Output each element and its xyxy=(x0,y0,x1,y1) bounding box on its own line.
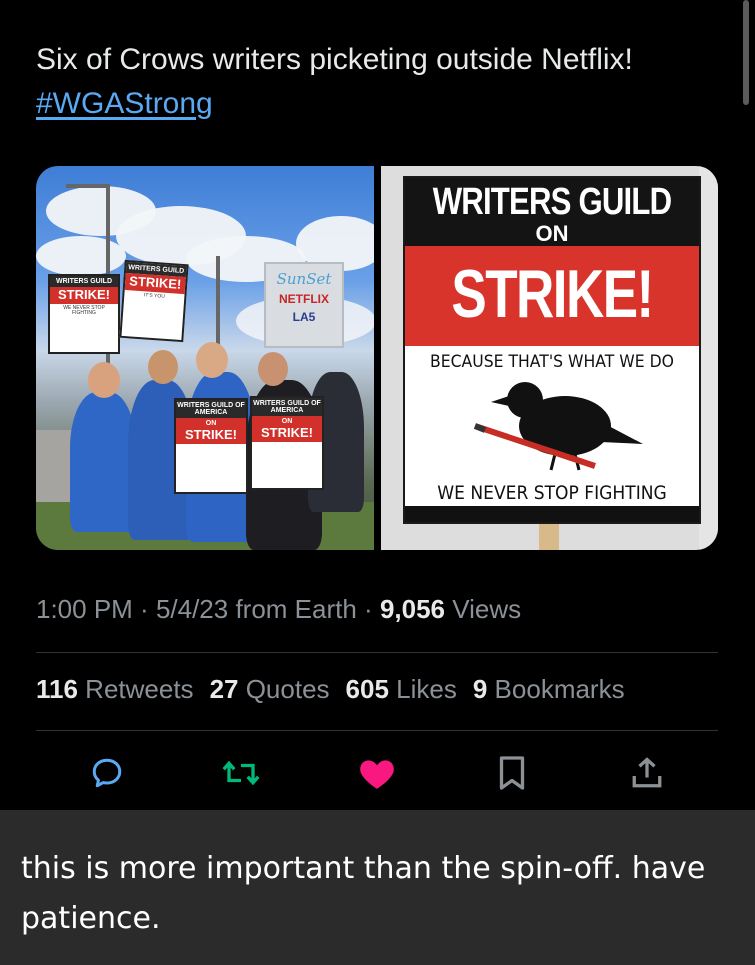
bookmarks-stat[interactable]: 9 Bookmarks xyxy=(473,674,625,705)
tweet-meta: 1:00 PM · 5/4/23 from Earth · 9,056 View… xyxy=(36,594,521,625)
divider xyxy=(36,652,718,653)
street-light-arm xyxy=(66,184,110,188)
sunset-netflix-sign: SunSet NETFLIX LA5 xyxy=(264,262,344,348)
sign-stick xyxy=(539,524,559,550)
scrollbar[interactable] xyxy=(743,0,749,105)
person-head xyxy=(196,342,228,378)
tweet-container: Six of Crows writers picketing outside N… xyxy=(0,0,755,810)
heart-icon xyxy=(360,760,394,789)
tweet-actions xyxy=(0,748,755,798)
strike-sign: WRITERS GUILD OF AMERICA ON STRIKE! xyxy=(250,396,324,490)
quotes-count: 27 xyxy=(209,674,239,704)
la-text: LA5 xyxy=(292,310,316,324)
tweet-source: from Earth xyxy=(228,594,357,624)
sign-title: WRITERS GUILD xyxy=(432,181,672,223)
sign-foot: WE NEVER STOP FIGHTING xyxy=(63,305,105,316)
tweet-time[interactable]: 1:00 PM xyxy=(36,594,133,624)
sign-title: WRITERS GUILD OF AMERICA xyxy=(176,400,246,418)
sign-because: BECAUSE THAT'S WHAT WE DO xyxy=(430,352,674,372)
separator: · xyxy=(356,594,380,624)
sign-strike: STRIKE! xyxy=(451,256,654,332)
bookmark-button[interactable] xyxy=(491,752,533,794)
sign-strike: STRIKE! xyxy=(50,287,118,304)
photo-strike-sign[interactable]: WRITERS GUILD ON STRIKE! BECAUSE THAT'S … xyxy=(381,166,718,550)
strike-sign: WRITERS GUILD STRIKE! WE NEVER STOP FIGH… xyxy=(48,274,120,354)
person-head xyxy=(88,362,120,398)
photo-picketers[interactable]: SunSet NETFLIX LA5 WRITERS GUILD STRIKE!… xyxy=(36,166,374,550)
sign-title: WRITERS GUILD OF AMERICA xyxy=(252,398,322,416)
views-count: 9,056 xyxy=(379,594,446,624)
like-button[interactable] xyxy=(356,752,398,794)
quotes-stat[interactable]: 27 Quotes xyxy=(210,674,330,705)
caption-text: this is more important than the spin-off… xyxy=(21,851,706,936)
tweet-body: Six of Crows writers picketing outside N… xyxy=(36,43,633,76)
tweet-text: Six of Crows writers picketing outside N… xyxy=(36,38,726,126)
cloud xyxy=(36,236,126,276)
person-head xyxy=(258,352,288,386)
hashtag-link[interactable]: #WGAStrong xyxy=(36,87,213,120)
retweet-button[interactable] xyxy=(220,752,262,794)
sign-title: WRITERS GUILD xyxy=(50,276,118,287)
likes-count: 605 xyxy=(345,674,389,704)
strike-sign-closeup: WRITERS GUILD ON STRIKE! BECAUSE THAT'S … xyxy=(403,176,701,524)
sign-strike: STRIKE! xyxy=(252,425,322,442)
share-button[interactable] xyxy=(626,752,668,794)
tweet-media[interactable]: SunSet NETFLIX LA5 WRITERS GUILD STRIKE!… xyxy=(36,166,718,550)
bookmark-icon xyxy=(499,756,525,790)
retweets-count: 116 xyxy=(36,674,78,704)
retweets-stat[interactable]: 116 Retweets xyxy=(36,674,194,705)
sign-on: ON xyxy=(252,416,322,425)
likes-label: Likes xyxy=(388,674,457,704)
sign-strike: STRIKE! xyxy=(176,427,246,444)
person xyxy=(70,392,136,532)
tweet-date[interactable]: 5/4/23 xyxy=(156,594,228,624)
views-label: Views xyxy=(445,594,522,624)
separator: · xyxy=(132,594,156,624)
likes-stat[interactable]: 605 Likes xyxy=(346,674,457,705)
retweets-label: Retweets xyxy=(77,674,194,704)
divider xyxy=(36,730,718,731)
strike-sign: WRITERS GUILD STRIKE! IT'S YOU xyxy=(119,259,189,343)
sign-on: ON xyxy=(176,418,246,427)
share-icon xyxy=(632,757,662,788)
person-head xyxy=(148,350,178,384)
reply-icon xyxy=(92,758,122,788)
bookmarks-label: Bookmarks xyxy=(487,674,625,704)
tweet-stats: 116 Retweets 27 Quotes 605 Likes 9 Bookm… xyxy=(36,674,625,705)
wall xyxy=(699,166,718,550)
netflix-text: NETFLIX xyxy=(279,292,329,306)
caption-panel: this is more important than the spin-off… xyxy=(0,810,755,965)
sign-never: WE NEVER STOP FIGHTING xyxy=(437,482,667,504)
quotes-label: Quotes xyxy=(238,674,330,704)
crow-illustration xyxy=(473,382,643,471)
sign-on: ON xyxy=(535,221,569,246)
bookmarks-count: 9 xyxy=(472,674,488,704)
strike-sign: WRITERS GUILD OF AMERICA ON STRIKE! xyxy=(174,398,248,494)
sign-header: WRITERS GUILD ON xyxy=(405,178,699,246)
sign-bottom-band xyxy=(405,506,699,522)
sunset-logo: SunSet xyxy=(276,270,332,288)
sign-strike-band: STRIKE! xyxy=(405,246,699,346)
retweet-icon xyxy=(222,760,260,786)
reply-button[interactable] xyxy=(86,752,128,794)
